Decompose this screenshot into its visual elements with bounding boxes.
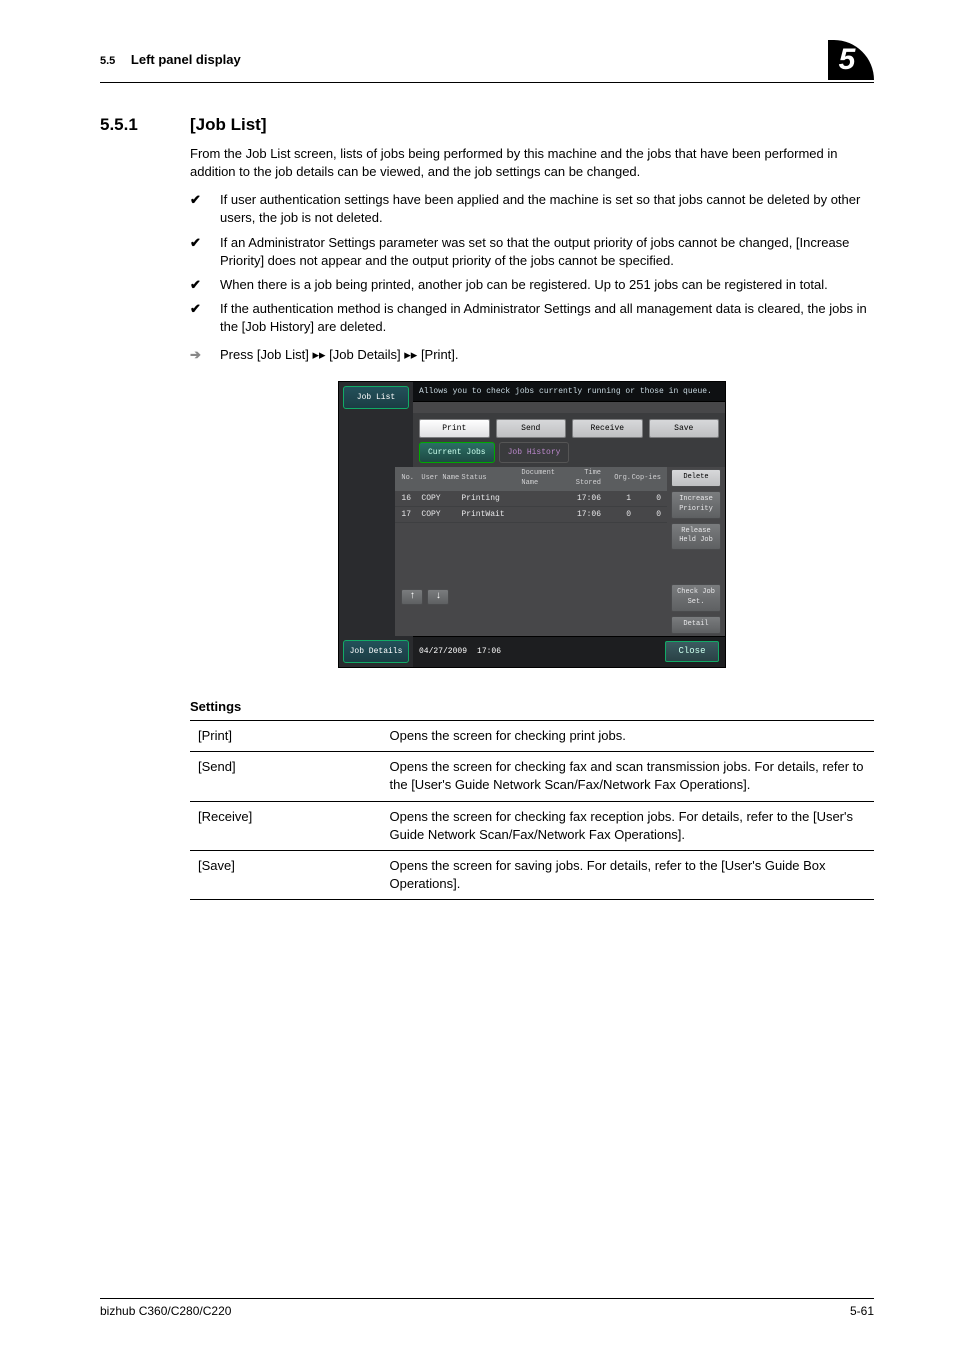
current-jobs-subtab[interactable]: Current Jobs <box>419 442 495 463</box>
job-history-subtab[interactable]: Job History <box>499 442 570 463</box>
chapter-badge: 5 <box>828 40 874 80</box>
col-cop: Cop-ies <box>631 474 661 484</box>
table-row: [Save] Opens the screen for saving jobs.… <box>190 850 874 899</box>
print-tab[interactable]: Print <box>419 419 490 438</box>
col-org: Org. <box>601 474 631 484</box>
close-button[interactable]: Close <box>665 641 719 662</box>
col-no: No. <box>401 474 421 484</box>
settings-value: Opens the screen for checking print jobs… <box>382 720 874 751</box>
header-section-title: Left panel display <box>131 52 241 67</box>
col-status: Status <box>461 474 521 484</box>
table-row: [Print] Opens the screen for checking pr… <box>190 720 874 751</box>
detail-button[interactable]: Detail <box>671 616 721 634</box>
settings-heading: Settings <box>190 698 874 716</box>
footer-time: 17:06 <box>477 646 501 657</box>
bullet-item: If the authentication method is changed … <box>190 300 874 336</box>
scroll-up-button[interactable]: ↑ <box>401 589 423 605</box>
settings-value: Opens the screen for checking fax and sc… <box>382 752 874 801</box>
footer-date: 04/27/2009 <box>419 646 467 657</box>
settings-value: Opens the screen for saving jobs. For de… <box>382 850 874 899</box>
settings-key: [Print] <box>190 720 382 751</box>
bullet-list: If user authentication settings have bee… <box>190 191 874 336</box>
col-doc: Document Name <box>521 469 555 489</box>
table-row[interactable]: 16 COPY Printing 17:06 1 0 <box>395 491 667 507</box>
check-job-set-button[interactable]: Check Job Set. <box>671 584 721 612</box>
table-row: [Send] Opens the screen for checking fax… <box>190 752 874 801</box>
release-held-job-button[interactable]: Release Held Job <box>671 523 721 551</box>
header-section-number: 5.5 <box>100 55 115 67</box>
bullet-item: If an Administrator Settings parameter w… <box>190 234 874 270</box>
jobs-header-row: No. User Name Status Document Name Time … <box>395 467 667 491</box>
scroll-down-button[interactable]: ↓ <box>427 589 449 605</box>
footer-page-number: 5-61 <box>850 1303 874 1320</box>
settings-key: [Save] <box>190 850 382 899</box>
intro-paragraph: From the Job List screen, lists of jobs … <box>190 145 874 181</box>
banner-text: Allows you to check jobs currently runni… <box>413 382 725 402</box>
bullet-item: When there is a job being printed, anoth… <box>190 276 874 294</box>
footer-model: bizhub C360/C280/C220 <box>100 1303 231 1320</box>
settings-key: [Receive] <box>190 801 382 850</box>
section-title: [Job List] <box>190 113 267 137</box>
save-tab[interactable]: Save <box>649 419 720 438</box>
job-list-tab[interactable]: Job List <box>343 386 409 409</box>
col-user: User Name <box>421 474 461 484</box>
settings-key: [Send] <box>190 752 382 801</box>
col-time: Time Stored <box>555 469 601 489</box>
settings-table: [Print] Opens the screen for checking pr… <box>190 720 874 900</box>
send-tab[interactable]: Send <box>496 419 567 438</box>
page-footer: bizhub C360/C280/C220 5-61 <box>100 1298 874 1320</box>
increase-priority-button[interactable]: Increase Priority <box>671 491 721 519</box>
receive-tab[interactable]: Receive <box>572 419 643 438</box>
press-instruction: Press [Job List] ▸▸ [Job Details] ▸▸ [Pr… <box>190 346 874 364</box>
table-row: [Receive] Opens the screen for checking … <box>190 801 874 850</box>
section-heading: 5.5.1 [Job List] <box>100 113 874 137</box>
embedded-screenshot: Job List Allows you to check jobs curren… <box>338 381 726 668</box>
section-number: 5.5.1 <box>100 113 190 137</box>
delete-button[interactable]: Delete <box>671 469 721 487</box>
table-row[interactable]: 17 COPY PrintWait 17:06 0 0 <box>395 507 667 523</box>
bullet-item: If user authentication settings have bee… <box>190 191 874 227</box>
page-header: 5.5 Left panel display 5 <box>100 40 874 83</box>
job-details-tab[interactable]: Job Details <box>343 640 409 663</box>
settings-value: Opens the screen for checking fax recept… <box>382 801 874 850</box>
